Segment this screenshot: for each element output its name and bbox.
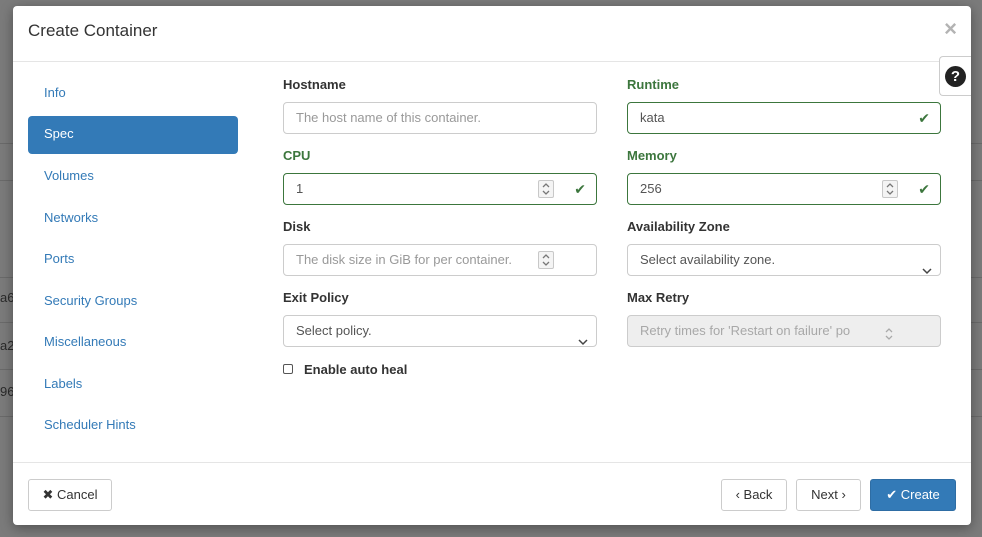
- number-spinner-icon: [884, 323, 894, 353]
- number-spinner-icon[interactable]: [538, 251, 554, 269]
- next-button-label: Next: [811, 487, 838, 502]
- max-retry-label: Max Retry: [627, 290, 690, 305]
- availability-zone-label: Availability Zone: [627, 219, 730, 234]
- hostname-label: Hostname: [283, 77, 346, 92]
- help-tab[interactable]: ?: [939, 56, 971, 96]
- check-icon: ✔: [574, 181, 586, 197]
- back-button-label: Back: [743, 487, 773, 502]
- nav-item-networks[interactable]: Networks: [28, 199, 238, 237]
- exit-policy-select[interactable]: Select policy.: [283, 315, 597, 347]
- hostname-placeholder: The host name of this container.: [296, 110, 481, 125]
- check-icon: ✔: [886, 487, 898, 502]
- chevron-down-icon: [578, 327, 588, 357]
- exit-policy-label: Exit Policy: [283, 290, 349, 305]
- availability-zone-field: Availability Zone Select availability zo…: [627, 218, 941, 276]
- hostname-input[interactable]: The host name of this container.: [283, 102, 597, 134]
- nav-item-info[interactable]: Info: [28, 74, 238, 112]
- disk-input[interactable]: The disk size in GiB for per container.: [283, 244, 597, 276]
- memory-value: 256: [640, 181, 662, 196]
- help-icon: ?: [945, 66, 966, 87]
- auto-heal-checkbox[interactable]: [283, 364, 293, 374]
- disk-placeholder: The disk size in GiB for per container.: [296, 252, 513, 267]
- auto-heal-row: Enable auto heal: [283, 360, 407, 378]
- cancel-button-label: Cancel: [57, 487, 98, 502]
- cpu-value: 1: [296, 181, 304, 196]
- nav-item-volumes[interactable]: Volumes: [28, 157, 238, 195]
- max-retry-placeholder: Retry times for 'Restart on failure' po: [640, 323, 851, 338]
- disk-field: Disk The disk size in GiB for per contai…: [283, 218, 597, 276]
- close-icon[interactable]: ×: [944, 18, 957, 40]
- max-retry-field: Max Retry Retry times for 'Restart on fa…: [627, 289, 941, 347]
- close-icon: ✖: [42, 487, 54, 502]
- nav-item-miscellaneous[interactable]: Miscellaneous: [28, 323, 238, 361]
- chevron-right-icon: ›: [841, 487, 846, 502]
- availability-zone-selected: Select availability zone.: [640, 252, 776, 267]
- runtime-label: Runtime: [627, 77, 679, 92]
- hostname-field: Hostname The host name of this container…: [283, 76, 597, 134]
- modal-footer: ✖ Cancel ‹ Back Next › ✔ Create: [13, 462, 971, 525]
- create-button[interactable]: ✔ Create: [870, 479, 956, 511]
- number-spinner-icon[interactable]: [538, 180, 554, 198]
- next-button[interactable]: Next ›: [796, 479, 861, 511]
- nav-item-labels[interactable]: Labels: [28, 365, 238, 403]
- auto-heal-label[interactable]: Enable auto heal: [304, 362, 407, 377]
- memory-field: Memory 256 ✔: [627, 147, 941, 205]
- cpu-label: CPU: [283, 148, 311, 163]
- disk-label: Disk: [283, 219, 311, 234]
- nav-item-ports[interactable]: Ports: [28, 240, 238, 278]
- wizard-nav: Info Spec Volumes Networks Ports Securit…: [28, 74, 238, 448]
- modal-header: Create Container ×: [13, 6, 971, 62]
- runtime-input[interactable]: kata ✔: [627, 102, 941, 134]
- number-spinner-icon[interactable]: [882, 180, 898, 198]
- memory-label: Memory: [627, 148, 677, 163]
- chevron-down-icon: [922, 256, 932, 286]
- check-icon: ✔: [918, 181, 930, 197]
- max-retry-input: Retry times for 'Restart on failure' po: [627, 315, 941, 347]
- cancel-button[interactable]: ✖ Cancel: [28, 479, 112, 511]
- memory-input[interactable]: 256 ✔: [627, 173, 941, 205]
- nav-item-scheduler-hints[interactable]: Scheduler Hints: [28, 406, 238, 444]
- nav-item-spec[interactable]: Spec: [28, 115, 238, 154]
- availability-zone-select[interactable]: Select availability zone.: [627, 244, 941, 276]
- chevron-left-icon: ‹: [735, 487, 740, 502]
- modal-title: Create Container: [28, 21, 158, 40]
- cpu-field: CPU 1 ✔: [283, 147, 597, 205]
- cpu-input[interactable]: 1 ✔: [283, 173, 597, 205]
- create-container-modal: Create Container × Info Spec Volumes Net…: [13, 6, 971, 525]
- nav-item-security-groups[interactable]: Security Groups: [28, 282, 238, 320]
- create-button-label: Create: [900, 487, 940, 502]
- runtime-value: kata: [640, 110, 665, 125]
- exit-policy-field: Exit Policy Select policy.: [283, 289, 597, 347]
- runtime-field: Runtime kata ✔: [627, 76, 941, 134]
- back-button[interactable]: ‹ Back: [721, 479, 787, 511]
- exit-policy-selected: Select policy.: [296, 323, 372, 338]
- check-icon: ✔: [918, 110, 930, 126]
